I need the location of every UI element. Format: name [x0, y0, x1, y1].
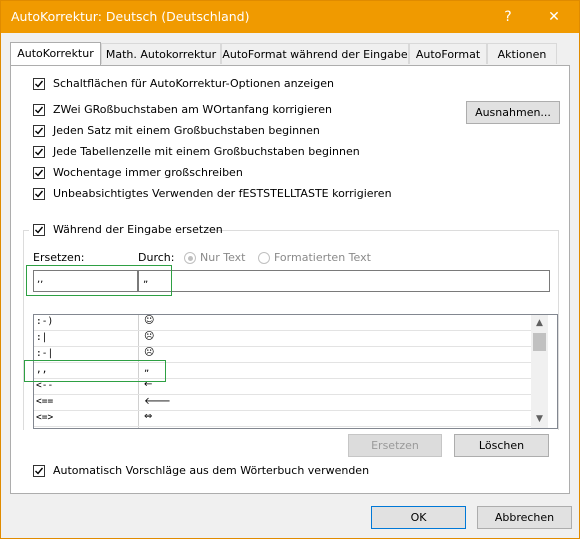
- show-buttons-checkbox[interactable]: [33, 78, 45, 90]
- tab-aktionen[interactable]: Aktionen: [487, 43, 557, 64]
- formatted-text-label: Formatierten Text: [274, 251, 371, 264]
- tab-autokorrektur[interactable]: AutoKorrektur: [10, 42, 101, 65]
- replace-while-typing-label: Während der Eingabe ersetzen: [53, 223, 223, 236]
- entry-to: ☹: [144, 331, 155, 342]
- table-cell-cap-checkbox[interactable]: [33, 146, 45, 158]
- help-button[interactable]: ?: [488, 3, 528, 31]
- scroll-thumb[interactable]: [533, 333, 546, 351]
- two-caps-label: ZWei GRoßbuchstaben am WOrtanfang korrig…: [53, 103, 332, 116]
- entry-from: <=>: [36, 412, 54, 423]
- check-icon: [35, 148, 44, 156]
- dictionary-suggestions-label: Automatisch Vorschläge aus dem Wörterbuc…: [53, 464, 370, 477]
- two-caps-checkbox[interactable]: [33, 104, 45, 116]
- replace-while-typing-checkbox[interactable]: [33, 224, 45, 236]
- list-row[interactable]: <=> ⇔: [34, 411, 531, 427]
- sentence-cap-checkbox[interactable]: [33, 125, 45, 137]
- list-row[interactable]: :-) ☺: [34, 315, 531, 331]
- title-bar: AutoKorrektur: Deutsch (Deutschland) ? ✕: [1, 1, 579, 33]
- cancel-button[interactable]: Abbrechen: [477, 506, 572, 529]
- highlight-input-box: [26, 265, 172, 296]
- formatted-text-radio[interactable]: [258, 252, 270, 264]
- weekdays-cap-checkbox[interactable]: [33, 167, 45, 179]
- plain-text-label: Nur Text: [200, 251, 246, 264]
- check-icon: [35, 106, 44, 114]
- sentence-cap-label: Jeden Satz mit einem Großbuchstaben begi…: [53, 124, 320, 137]
- entry-from: <==: [36, 396, 54, 407]
- check-icon: [35, 127, 44, 135]
- scroll-up-icon[interactable]: ▲: [531, 315, 548, 332]
- entry-from: :|: [36, 332, 48, 343]
- entry-to: 🡐: [144, 396, 171, 407]
- check-icon: [35, 190, 44, 198]
- check-icon: [35, 80, 44, 88]
- entry-to: ⇔: [144, 411, 153, 422]
- caps-lock-checkbox[interactable]: [33, 188, 45, 200]
- highlight-list-row: [24, 360, 166, 382]
- caps-lock-label: Unbeabsichtigtes Verwenden der fESTSTELL…: [53, 187, 392, 200]
- entry-from: :-): [36, 316, 54, 327]
- window-title: AutoKorrektur: Deutsch (Deutschland): [11, 9, 250, 24]
- tab-math-autokorrektur[interactable]: Math. Autokorrektur: [101, 43, 221, 64]
- autocorrect-dialog: AutoKorrektur: Deutsch (Deutschland) ? ✕…: [0, 0, 580, 539]
- exceptions-button[interactable]: Ausnahmen...: [466, 101, 560, 124]
- tab-autoformat[interactable]: AutoFormat: [409, 43, 487, 64]
- dictionary-suggestions-checkbox[interactable]: [33, 465, 45, 477]
- ok-button[interactable]: OK: [371, 506, 466, 529]
- autokorrektur-panel: Schaltflächen für AutoKorrektur-Optionen…: [10, 65, 570, 494]
- group-left-border: [23, 230, 24, 430]
- show-buttons-label: Schaltflächen für AutoKorrektur-Optionen…: [53, 77, 334, 90]
- check-icon: [35, 467, 44, 475]
- group-right-border: [558, 230, 559, 430]
- list-row[interactable]: :| ☹: [34, 331, 531, 347]
- entry-to: ☺: [144, 315, 155, 326]
- table-cell-cap-label: Jede Tabellenzelle mit einem Großbuchsta…: [53, 145, 360, 158]
- with-label: Durch:: [138, 251, 175, 264]
- close-button[interactable]: ✕: [534, 3, 574, 31]
- entry-from: :-|: [36, 348, 54, 359]
- list-scrollbar[interactable]: ▲ ▼: [531, 315, 548, 428]
- entry-to: ☹: [144, 347, 155, 358]
- with-input[interactable]: „: [138, 270, 550, 292]
- tab-autoformat-eingabe[interactable]: AutoFormat während der Eingabe: [221, 43, 409, 64]
- list-row[interactable]: <== 🡐: [34, 395, 531, 411]
- replace-button[interactable]: Ersetzen: [348, 434, 442, 457]
- plain-text-radio[interactable]: [184, 252, 196, 264]
- scroll-down-icon[interactable]: ▼: [531, 411, 548, 428]
- replace-label: Ersetzen:: [33, 251, 85, 264]
- check-icon: [35, 169, 44, 177]
- delete-button[interactable]: Löschen: [454, 434, 549, 457]
- weekdays-cap-label: Wochentage immer großschreiben: [53, 166, 243, 179]
- check-icon: [35, 226, 44, 234]
